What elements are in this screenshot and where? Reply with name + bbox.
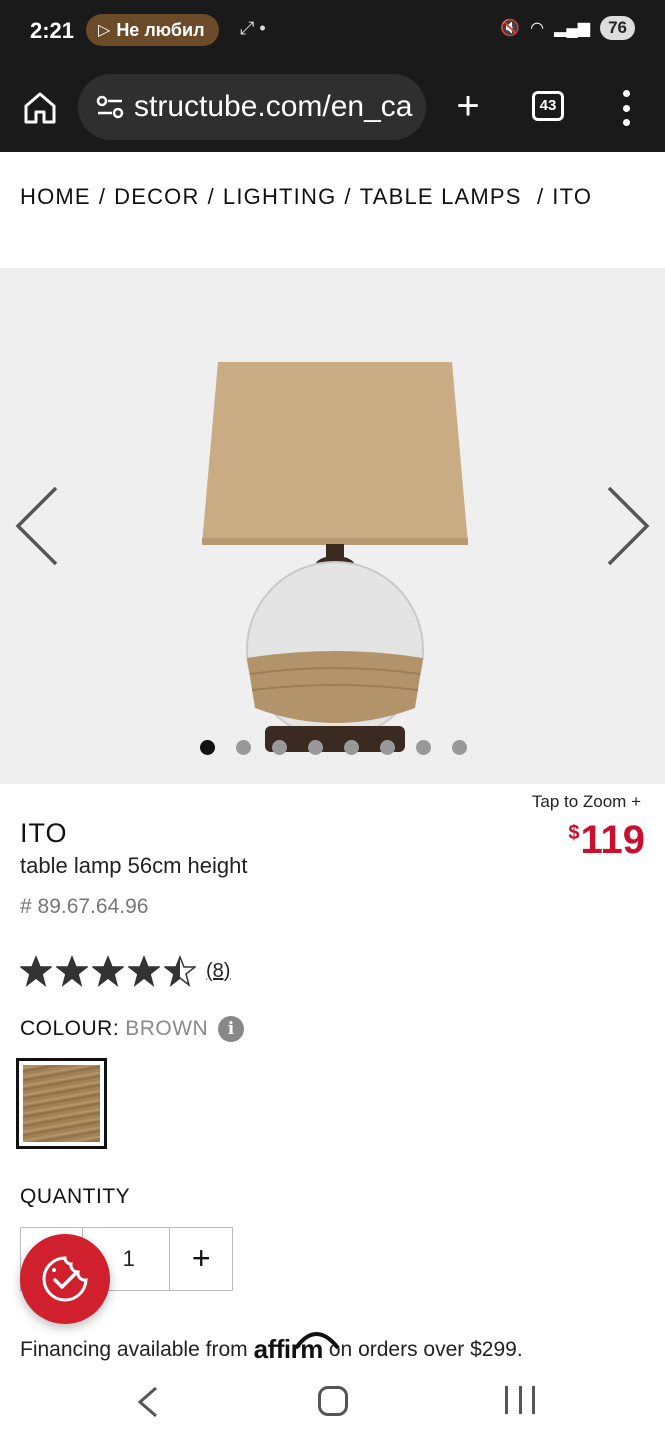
more-vertical-icon[interactable] [614, 90, 638, 126]
financing-text-after: on orders over $299. [328, 1337, 523, 1361]
financing-note: Financing available from affirm on order… [20, 1332, 523, 1365]
product-gallery[interactable] [0, 268, 665, 784]
tap-to-zoom[interactable]: Tap to Zoom + [532, 792, 641, 812]
play-icon: ▷ [98, 22, 111, 39]
star-icon [164, 955, 196, 987]
info-icon[interactable]: i [218, 1016, 245, 1042]
gallery-dot[interactable] [452, 740, 467, 755]
notification-icons: ⤢ • [240, 18, 266, 38]
quantity-increase-button[interactable]: + [170, 1228, 232, 1290]
url-text: structube.com/en_ca [134, 90, 413, 123]
breadcrumb-decor[interactable]: DECOR [114, 184, 199, 209]
price-value: 119 [580, 818, 645, 862]
gallery-dot[interactable] [272, 740, 287, 755]
previous-image-button[interactable] [12, 484, 62, 568]
review-count-link[interactable]: (8) [206, 960, 230, 983]
site-settings-icon[interactable] [90, 87, 130, 127]
gallery-dot[interactable] [200, 740, 215, 755]
battery-indicator: 76 [600, 16, 635, 40]
product-name: ITO [20, 818, 68, 848]
status-time: 2:21 [30, 18, 75, 43]
home-nav-icon[interactable] [318, 1386, 348, 1416]
gallery-dot[interactable] [344, 740, 359, 755]
back-icon[interactable] [132, 1384, 162, 1420]
address-bar[interactable]: structube.com/en_ca [78, 74, 426, 140]
recent-apps-icon[interactable] [505, 1386, 535, 1416]
star-icon [128, 955, 160, 987]
breadcrumb-table-lamps[interactable]: TABLE LAMPS [360, 184, 522, 209]
product-sku: # 89.67.64.96 [20, 895, 149, 918]
media-pill[interactable]: ▷ Не любил [86, 14, 219, 46]
gallery-dot[interactable] [416, 740, 431, 755]
wifi-icon: ◠ [530, 20, 545, 37]
product-image [202, 362, 468, 752]
gallery-dot[interactable] [308, 740, 323, 755]
rating-stars[interactable]: (8) [20, 955, 230, 987]
tab-switcher-button[interactable]: 43 [532, 91, 564, 121]
star-icon [20, 955, 52, 987]
gallery-dot[interactable] [380, 740, 395, 755]
breadcrumb-current: ITO [552, 184, 593, 209]
quantity-label: QUANTITY [20, 1185, 131, 1208]
media-pill-label: Не любил [116, 19, 205, 40]
signal-icon: ▂▄▆ [554, 20, 591, 37]
colour-swatch-brown[interactable] [16, 1058, 107, 1149]
breadcrumb-lighting[interactable]: LIGHTING [223, 184, 337, 209]
mute-icon: 🔇 [500, 20, 521, 37]
colour-value: BROWN [125, 1017, 209, 1040]
system-nav-bar [0, 1364, 665, 1440]
status-icons: 🔇 ◠ ▂▄▆ 76 [500, 16, 635, 40]
colour-label: COLOUR: [20, 1017, 120, 1040]
breadcrumb-home[interactable]: HOME [20, 184, 91, 209]
gallery-pagination [200, 740, 467, 755]
home-icon[interactable] [20, 88, 60, 128]
swatch-image [23, 1065, 100, 1142]
product-description: table lamp 56cm height [20, 853, 248, 878]
status-bar: 2:21 ▷ Не любил ⤢ • 🔇 ◠ ▂▄▆ 76 [0, 0, 665, 64]
breadcrumb: HOME / DECOR / LIGHTING / TABLE LAMPS / ITO [20, 184, 593, 209]
affirm-logo[interactable]: affirm [254, 1332, 340, 1365]
gallery-dot[interactable] [236, 740, 251, 755]
financing-text-before: Financing available from [20, 1337, 248, 1361]
cookie-consent-button[interactable] [20, 1234, 110, 1324]
price: $ 119 [568, 818, 645, 863]
price-currency: $ [568, 822, 580, 844]
browser-toolbar: structube.com/en_ca + 43 [0, 64, 665, 152]
star-icon [92, 955, 124, 987]
next-image-button[interactable] [603, 484, 653, 568]
star-icon [56, 955, 88, 987]
new-tab-button[interactable]: + [448, 84, 488, 128]
colour-row: COLOUR: BROWN i [20, 1016, 245, 1042]
cookie-consent-icon [42, 1256, 88, 1302]
